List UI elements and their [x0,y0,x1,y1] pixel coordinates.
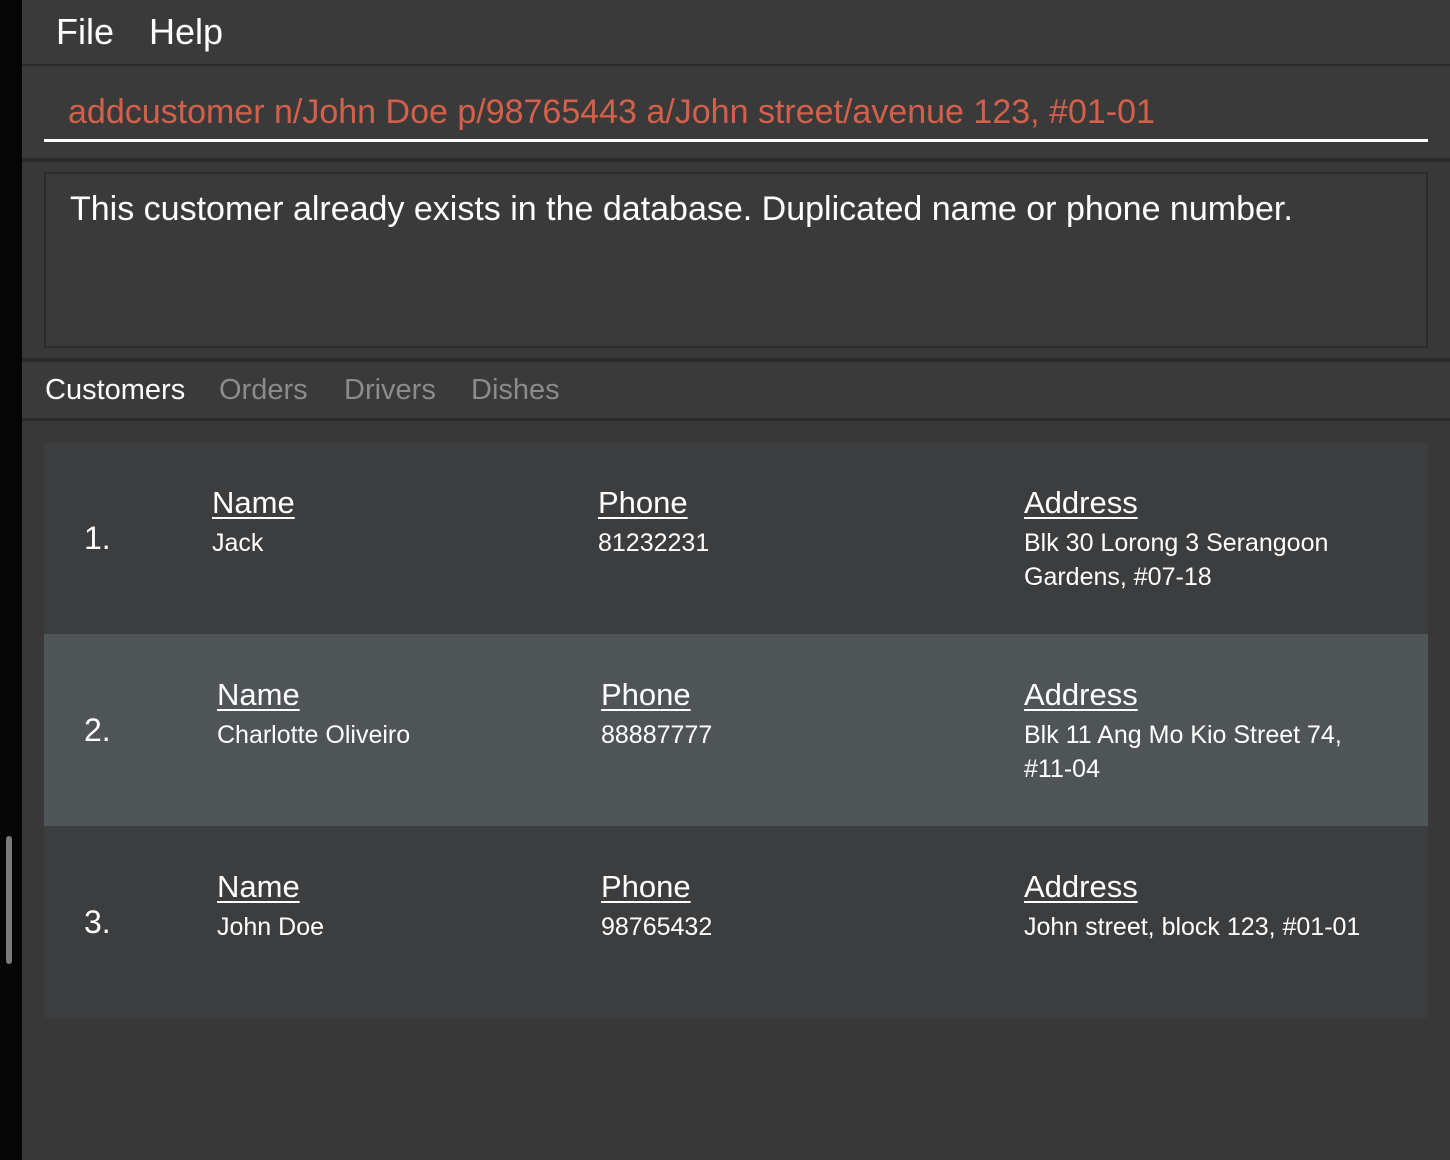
customer-phone: 88887777 [601,721,713,749]
scrollbar-thumb[interactable] [6,836,12,964]
customer-phone: 98765432 [601,913,713,941]
menu-bar: File Help [22,0,1450,66]
tab-orders[interactable]: Orders [219,372,308,408]
tab-dishes[interactable]: Dishes [471,372,560,408]
customer-address: Blk 30 Lorong 3 Serangoon Gardens, #07-1… [1024,529,1329,591]
tab-customers[interactable]: Customers [45,372,185,408]
command-box [22,66,1450,162]
customer-index: 3. [84,904,111,940]
customer-name: Jack [212,529,264,557]
customer-index: 1. [84,520,111,556]
tab-bar: Customers Orders Drivers Dishes [22,362,1450,421]
name-header: Name [217,869,300,904]
customer-name: John Doe [217,913,325,941]
result-display: This customer already exists in the data… [44,172,1428,348]
app-window: File Help This customer already exists i… [22,0,1450,1160]
customer-card-selected[interactable]: 2. Name Charlotte Oliveiro Phone 8888777… [44,634,1428,826]
menu-help[interactable]: Help [149,10,223,54]
result-message: This customer already exists in the data… [70,190,1293,228]
customer-card[interactable]: 1. Name Jack Phone 81232231 Address Blk … [44,442,1428,634]
customer-phone: 81232231 [598,529,710,557]
phone-header: Phone [598,485,688,520]
phone-header: Phone [601,869,691,904]
customer-list: 1. Name Jack Phone 81232231 Address Blk … [22,421,1450,1160]
customer-index: 2. [84,712,111,748]
address-header: Address [1024,869,1138,904]
address-header: Address [1024,677,1138,712]
customer-address: Blk 11 Ang Mo Kio Street 74, #11-04 [1024,721,1342,783]
name-header: Name [217,677,300,712]
left-edge-strip [0,0,22,1160]
customer-card[interactable]: 3. Name John Doe Phone 98765432 Address … [44,826,1428,1018]
customer-name: Charlotte Oliveiro [217,721,411,749]
address-header: Address [1024,485,1138,520]
customer-address: John street, block 123, #01-01 [1024,913,1361,941]
command-input[interactable] [44,86,1428,142]
menu-file[interactable]: File [56,10,114,54]
name-header: Name [212,485,295,520]
phone-header: Phone [601,677,691,712]
result-panel: This customer already exists in the data… [22,162,1450,362]
tab-drivers[interactable]: Drivers [344,372,436,408]
